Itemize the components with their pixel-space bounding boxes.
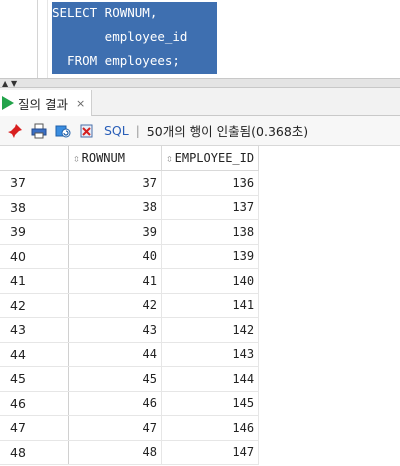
table-row[interactable]: 41 41 140 <box>0 268 260 294</box>
tab-label: 질의 결과 <box>18 96 68 112</box>
row-number-cell[interactable]: 39 <box>0 219 69 245</box>
table-row[interactable]: 38 38 137 <box>0 195 260 220</box>
employee-id-cell[interactable]: 145 <box>161 391 260 416</box>
table-row[interactable]: 43 43 142 <box>0 317 260 343</box>
row-number-cell[interactable]: 42 <box>0 293 69 318</box>
rownum-cell[interactable]: 48 <box>68 440 162 465</box>
table-row[interactable]: 42 42 141 <box>0 293 260 318</box>
employee-id-cell[interactable]: 146 <box>161 415 260 441</box>
rownum-cell[interactable]: 37 <box>68 170 162 196</box>
employee-id-cell[interactable]: 139 <box>161 244 260 269</box>
table-row[interactable]: 47 47 146 <box>0 415 260 441</box>
rownum-cell[interactable]: 45 <box>68 366 162 392</box>
row-number-cell[interactable]: 40 <box>0 244 69 269</box>
code-line: SELECT ROWNUM, <box>52 5 158 20</box>
table-row[interactable]: 45 45 144 <box>0 366 260 392</box>
row-number-header <box>0 146 69 171</box>
employee-id-cell[interactable]: 141 <box>161 293 260 318</box>
table-row[interactable]: 48 48 147 <box>0 440 260 465</box>
rownum-cell[interactable]: 47 <box>68 415 162 441</box>
results-grid[interactable]: ⇳ ROWNUM ⇳ EMPLOYEE_ID 37 37 136 38 38 137 39 39 1… <box>0 146 400 466</box>
employee-id-cell[interactable]: 142 <box>161 317 260 343</box>
column-header-rownum[interactable]: ⇳ ROWNUM <box>68 146 162 171</box>
rownum-cell[interactable]: 41 <box>68 268 162 294</box>
employee-id-cell[interactable]: 137 <box>161 195 260 220</box>
column-header-label: ROWNUM <box>81 151 125 165</box>
pin-icon[interactable] <box>6 122 24 140</box>
play-icon <box>2 96 14 110</box>
row-number-cell[interactable]: 47 <box>0 415 69 441</box>
collapse-up-icon[interactable]: ▲ <box>2 80 8 88</box>
table-row[interactable]: 39 39 138 <box>0 219 260 245</box>
row-number-cell[interactable]: 41 <box>0 268 69 294</box>
row-number-cell[interactable]: 44 <box>0 342 69 367</box>
row-number-cell[interactable]: 43 <box>0 317 69 343</box>
results-toolbar: SQL | 50개의 행이 인출됨(0.368초) <box>0 116 400 146</box>
row-number-cell[interactable]: 38 <box>0 195 69 220</box>
table-row[interactable]: 44 44 143 <box>0 342 260 367</box>
table-row[interactable]: 46 46 145 <box>0 391 260 416</box>
column-header-label: EMPLOYEE_ID <box>174 151 255 165</box>
rownum-cell[interactable]: 42 <box>68 293 162 318</box>
rownum-cell[interactable]: 38 <box>68 195 162 220</box>
employee-id-cell[interactable]: 144 <box>161 366 260 392</box>
row-number-cell[interactable]: 45 <box>0 366 69 392</box>
column-header-employee-id[interactable]: ⇳ EMPLOYEE_ID <box>161 146 260 171</box>
rownum-cell[interactable]: 39 <box>68 219 162 245</box>
grid-header-row: ⇳ ROWNUM ⇳ EMPLOYEE_ID <box>0 146 260 171</box>
employee-id-cell[interactable]: 143 <box>161 342 260 367</box>
code-line: FROM employees; <box>52 53 180 68</box>
rownum-cell[interactable]: 44 <box>68 342 162 367</box>
row-number-cell[interactable]: 37 <box>0 170 69 196</box>
table-row[interactable]: 40 40 139 <box>0 244 260 269</box>
rownum-cell[interactable]: 40 <box>68 244 162 269</box>
toolbar-separator: | <box>135 123 140 138</box>
code-line: employee_id <box>52 29 188 44</box>
results-tab-bar: 질의 결과 × <box>0 88 400 116</box>
code-area[interactable]: SELECT ROWNUM, employee_id FROM employee… <box>52 2 187 74</box>
export-icon[interactable] <box>78 122 96 140</box>
employee-id-cell[interactable]: 138 <box>161 219 260 245</box>
rownum-cell[interactable]: 46 <box>68 391 162 416</box>
refresh-icon[interactable] <box>54 122 72 140</box>
sql-link[interactable]: SQL <box>104 123 129 138</box>
table-row[interactable]: 37 37 136 <box>0 170 260 196</box>
sort-icon[interactable]: ⇳ <box>166 152 173 165</box>
editor-gutter <box>0 0 36 78</box>
close-icon[interactable]: × <box>76 97 85 110</box>
gutter-divider <box>37 0 38 78</box>
print-icon[interactable] <box>30 122 48 140</box>
pane-splitter[interactable]: ▲ ▼ <box>0 78 400 88</box>
margin-line <box>47 0 48 78</box>
employee-id-cell[interactable]: 140 <box>161 268 260 294</box>
employee-id-cell[interactable]: 136 <box>161 170 260 196</box>
collapse-down-icon[interactable]: ▼ <box>11 80 17 88</box>
tab-query-result[interactable]: 질의 결과 × <box>0 90 93 116</box>
sql-editor[interactable]: SELECT ROWNUM, employee_id FROM employee… <box>0 0 400 78</box>
row-number-cell[interactable]: 48 <box>0 440 69 465</box>
employee-id-cell[interactable]: 147 <box>161 440 260 465</box>
row-number-cell[interactable]: 46 <box>0 391 69 416</box>
sort-icon[interactable]: ⇳ <box>73 152 80 165</box>
fetch-status: 50개의 행이 인출됨(0.368초) <box>146 124 309 139</box>
rownum-cell[interactable]: 43 <box>68 317 162 343</box>
